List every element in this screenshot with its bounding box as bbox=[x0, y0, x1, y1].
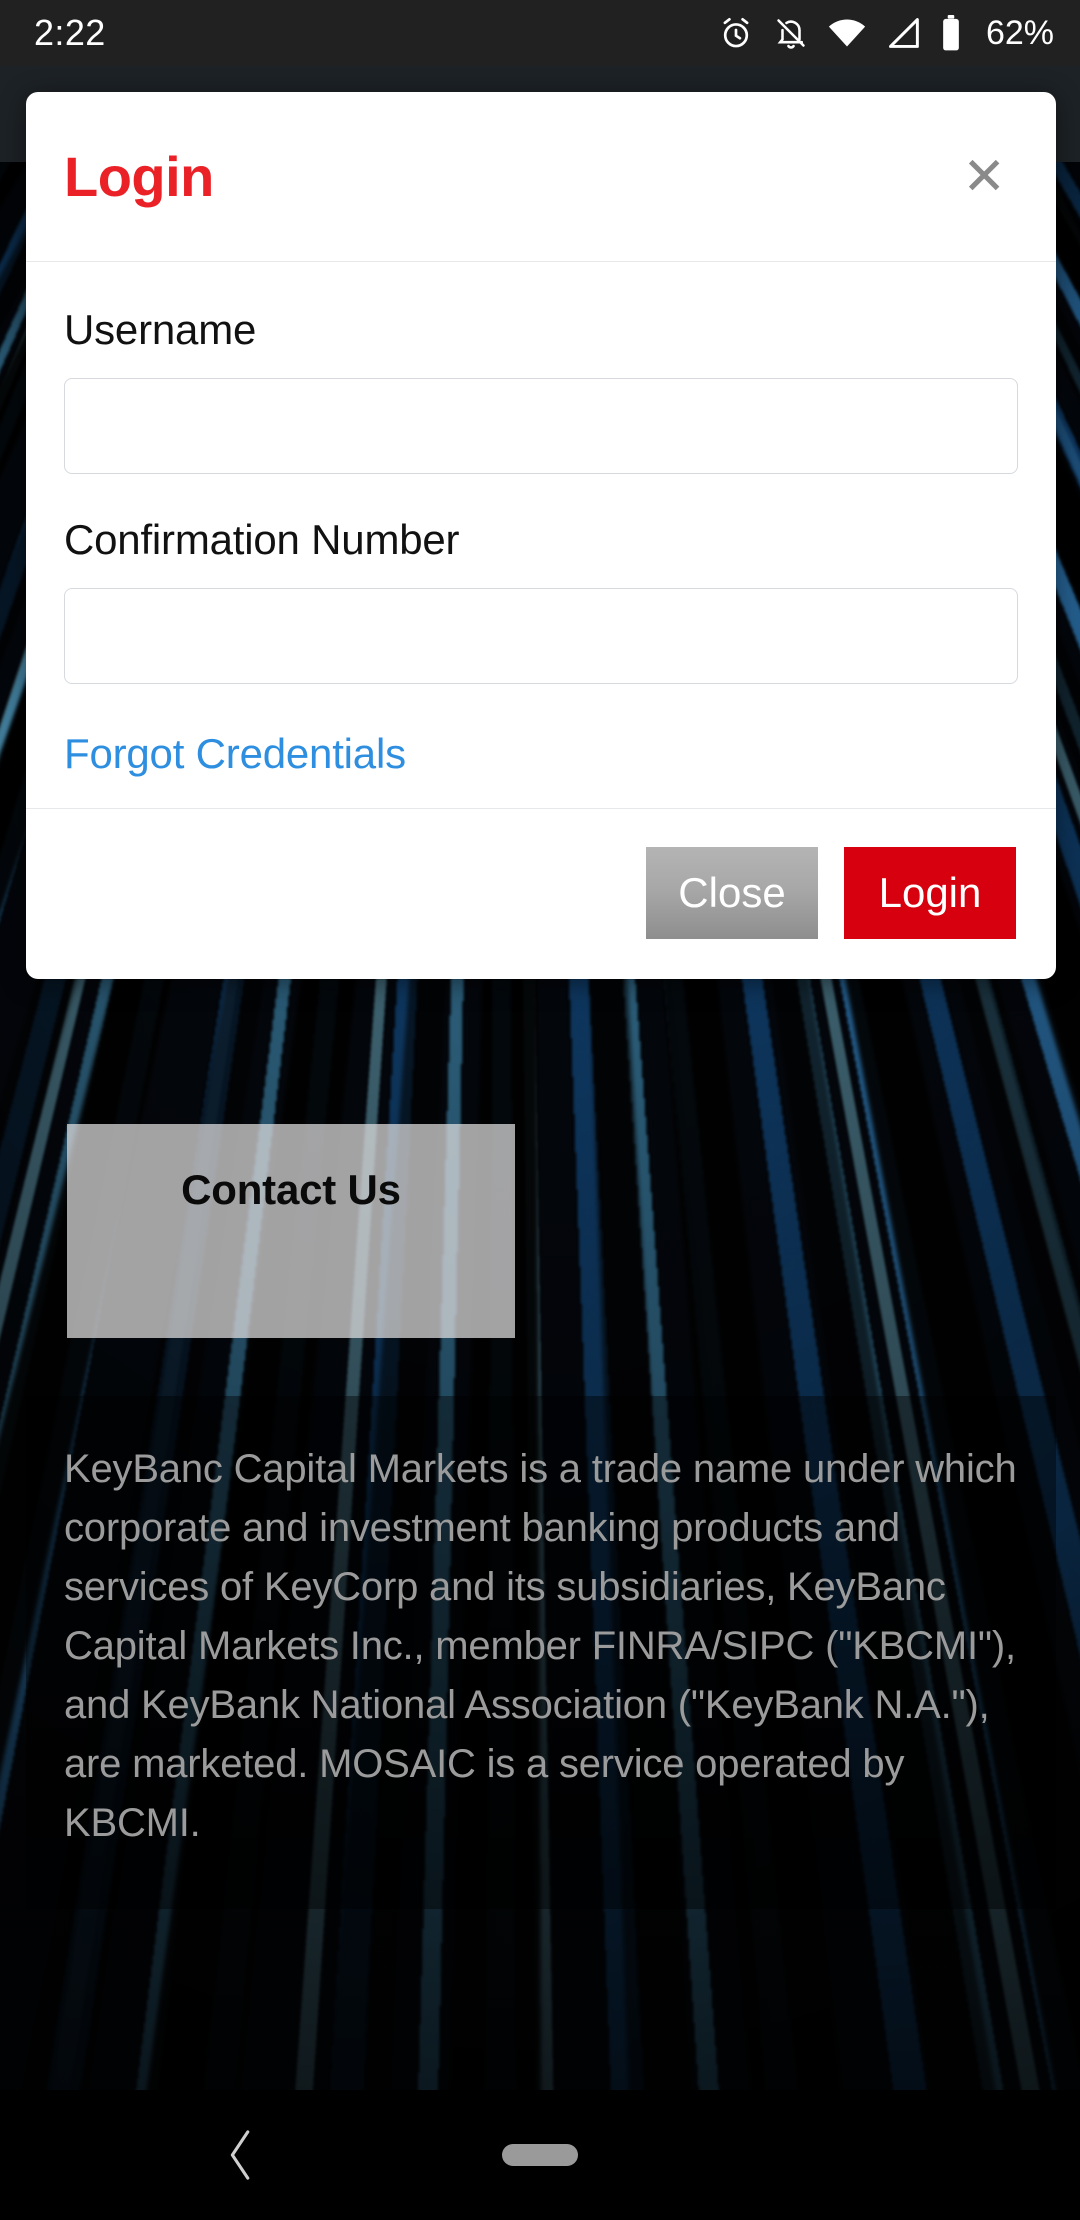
cell-signal-empty-icon bbox=[886, 17, 920, 49]
dialog-title: Login bbox=[64, 145, 214, 208]
alarm-clock-icon bbox=[718, 15, 754, 51]
wifi-icon bbox=[828, 17, 866, 49]
confirmation-number-label: Confirmation Number bbox=[64, 516, 460, 563]
forgot-credentials-link[interactable]: Forgot Credentials bbox=[64, 730, 406, 778]
contact-us-button[interactable]: Contact Us bbox=[67, 1124, 515, 1338]
confirmation-number-input[interactable] bbox=[64, 588, 1018, 684]
login-dialog: Login ✕ Username Confirmation Number For… bbox=[26, 92, 1056, 979]
phone-screen: KeyBanc Contact Us KeyBanc Capital Marke… bbox=[0, 0, 1080, 2220]
android-nav-bar bbox=[0, 2090, 1080, 2220]
disclaimer-panel: KeyBanc Capital Markets is a trade name … bbox=[26, 1396, 1056, 1909]
bell-muted-icon bbox=[774, 16, 808, 50]
battery-percent-label: 62% bbox=[985, 13, 1054, 52]
home-indicator[interactable] bbox=[502, 2144, 578, 2166]
dialog-body: Username Confirmation Number Forgot Cred… bbox=[26, 262, 1056, 808]
close-icon[interactable]: ✕ bbox=[952, 145, 1016, 209]
status-bar: 2:22 62% bbox=[0, 0, 1080, 66]
username-label: Username bbox=[64, 306, 257, 353]
chevron-left-icon[interactable] bbox=[222, 2128, 262, 2182]
close-button[interactable]: Close bbox=[646, 847, 818, 939]
contact-us-label: Contact Us bbox=[181, 1166, 401, 1213]
disclaimer-text: KeyBanc Capital Markets is a trade name … bbox=[64, 1447, 1017, 1845]
battery-icon bbox=[940, 15, 962, 51]
username-input[interactable] bbox=[64, 378, 1018, 474]
dialog-header: Login ✕ bbox=[26, 92, 1056, 262]
dialog-footer: Close Login bbox=[26, 808, 1056, 979]
status-clock: 2:22 bbox=[34, 12, 106, 53]
status-icon-tray: 62% bbox=[718, 14, 1054, 53]
username-field-group: Username bbox=[64, 306, 1018, 474]
login-button[interactable]: Login bbox=[844, 847, 1016, 939]
confirmation-number-field-group: Confirmation Number bbox=[64, 516, 1018, 684]
